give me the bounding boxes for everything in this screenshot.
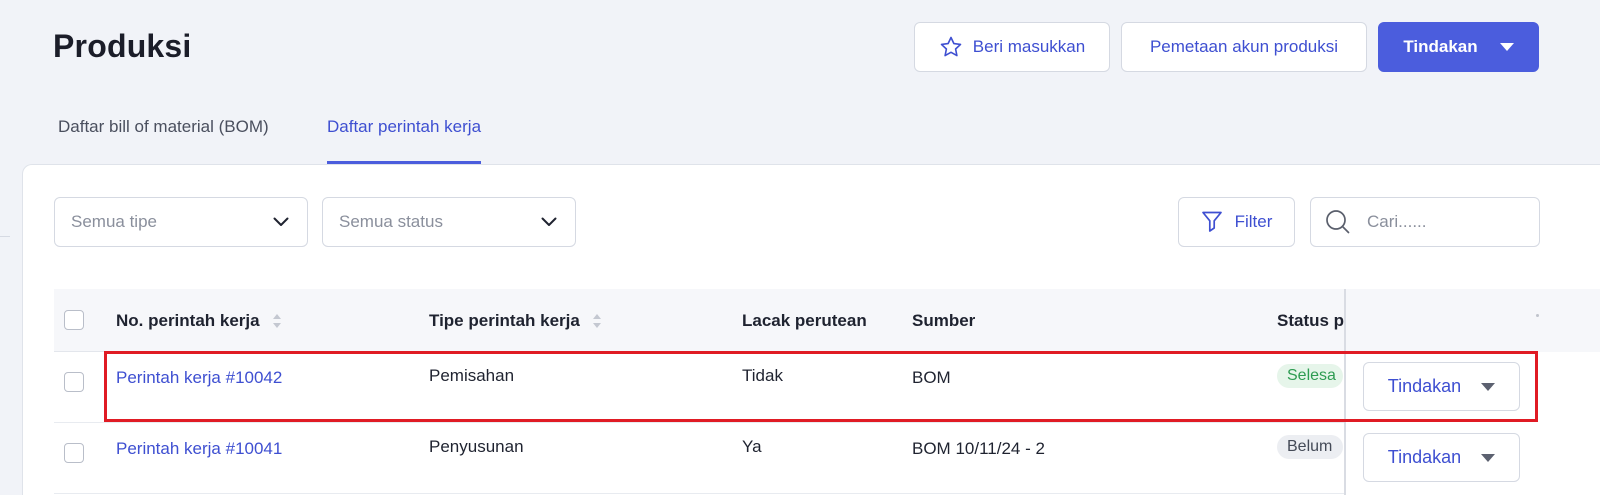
account-mapping-button-label: Pemetaan akun produksi xyxy=(1149,37,1339,56)
routing-value: Ya xyxy=(742,437,762,456)
column-header-status: Status p xyxy=(1277,310,1345,330)
select-all-checkbox[interactable] xyxy=(64,310,84,330)
column-indicator xyxy=(1536,314,1539,317)
column-header-source: Sumber xyxy=(912,310,976,330)
work-order-type: Pemisahan xyxy=(429,366,515,385)
tab-work-order-list[interactable]: Daftar perintah kerja xyxy=(327,117,482,164)
page-title: Produksi xyxy=(53,28,192,64)
sticky-column-header xyxy=(1346,289,1600,352)
tab-bom-list[interactable]: Daftar bill of material (BOM) xyxy=(58,117,269,164)
caret-down-icon xyxy=(1481,453,1496,462)
type-select-placeholder: Semua tipe xyxy=(71,212,157,231)
account-mapping-button[interactable]: Pemetaan akun produksi xyxy=(1121,22,1367,72)
source-value: BOM 10/11/24 - 2 xyxy=(912,439,1045,458)
work-order-type: Penyusunan xyxy=(429,437,524,456)
feedback-button[interactable]: Beri masukkan xyxy=(914,22,1110,72)
chevron-down-icon xyxy=(541,217,557,226)
filter-button[interactable]: Filter xyxy=(1178,197,1295,247)
column-header-number[interactable]: No. perintah kerja xyxy=(116,289,282,352)
divider xyxy=(0,236,10,237)
search-input[interactable] xyxy=(1367,212,1517,232)
row-actions-label: Tindakan xyxy=(1387,447,1462,467)
work-order-card: Semua tipe Semua status Filter No. perin… xyxy=(22,164,1600,495)
search-box xyxy=(1310,197,1540,247)
column-header-type-label: Tipe perintah kerja xyxy=(429,310,580,330)
search-icon xyxy=(1326,210,1350,234)
status-badge: Selesa xyxy=(1277,364,1343,388)
source-value: BOM xyxy=(912,368,951,387)
star-icon xyxy=(940,36,962,57)
caret-down-icon xyxy=(1499,43,1514,51)
work-order-link[interactable]: Perintah kerja #10041 xyxy=(116,439,282,459)
work-order-link[interactable]: Perintah kerja #10042 xyxy=(116,368,282,388)
status-select[interactable]: Semua status xyxy=(322,197,576,247)
actions-dropdown-button[interactable]: Tindakan xyxy=(1378,22,1539,72)
row-actions-button[interactable]: Tindakan xyxy=(1363,362,1520,411)
chevron-down-icon xyxy=(273,217,289,226)
feedback-button-label: Beri masukkan xyxy=(972,37,1086,56)
sticky-column-divider xyxy=(1344,289,1346,495)
row-checkbox[interactable] xyxy=(64,372,84,392)
actions-dropdown-label: Tindakan xyxy=(1403,37,1478,56)
type-select[interactable]: Semua tipe xyxy=(54,197,308,247)
column-header-routing: Lacak perutean xyxy=(742,310,867,330)
routing-value: Tidak xyxy=(742,366,783,385)
row-actions-label: Tindakan xyxy=(1387,376,1462,396)
filter-icon xyxy=(1201,211,1222,232)
caret-down-icon xyxy=(1481,382,1496,391)
row-actions-button[interactable]: Tindakan xyxy=(1363,433,1520,482)
column-header-type[interactable]: Tipe perintah kerja xyxy=(429,289,602,352)
column-header-number-label: No. perintah kerja xyxy=(116,310,260,330)
tab-bar: Daftar bill of material (BOM) Daftar per… xyxy=(0,100,1600,164)
sort-icon xyxy=(272,313,281,328)
row-checkbox[interactable] xyxy=(64,443,84,463)
status-select-placeholder: Semua status xyxy=(339,212,443,231)
sort-icon xyxy=(592,313,601,328)
status-badge: Belum xyxy=(1277,435,1343,459)
page-header: Produksi Beri masukkan Pemetaan akun pro… xyxy=(0,0,1600,100)
filter-button-label: Filter xyxy=(1234,212,1273,231)
